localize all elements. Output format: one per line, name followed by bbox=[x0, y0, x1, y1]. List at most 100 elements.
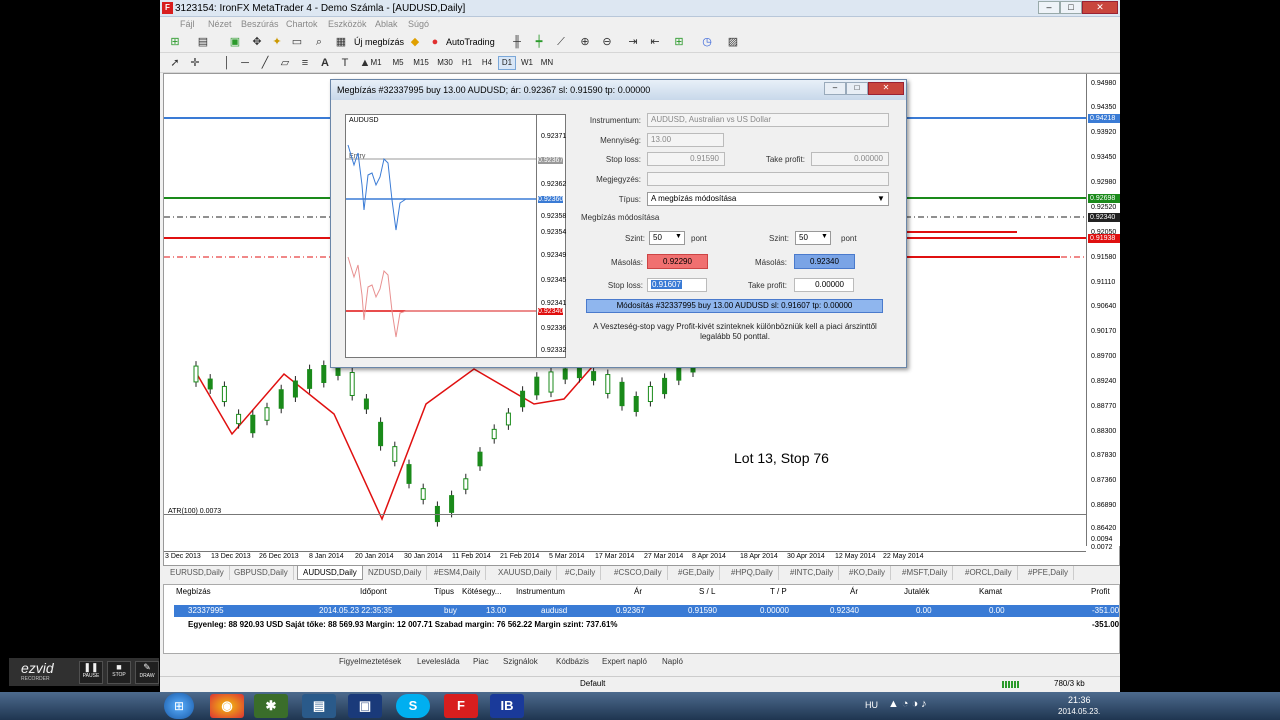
start-button[interactable]: ⊞ bbox=[164, 693, 194, 719]
column-header[interactable]: Időpont bbox=[360, 587, 387, 596]
tab-codebase[interactable]: Kódbázis bbox=[556, 657, 589, 666]
dialog-maximize-button[interactable]: □ bbox=[846, 82, 868, 95]
column-header[interactable]: T / P bbox=[770, 587, 787, 596]
tab-experts[interactable]: Expert napló bbox=[602, 657, 647, 666]
autotrading-icon[interactable]: ◆ bbox=[408, 35, 422, 49]
strategy-tester-icon[interactable]: ⌕ bbox=[312, 35, 326, 49]
chart-tab[interactable]: #INTC,Daily bbox=[785, 566, 840, 580]
order-row[interactable]: 32337995 2014.05.23 22:35:35 buy 13.00 a… bbox=[174, 605, 1119, 617]
text-icon[interactable]: A bbox=[318, 56, 332, 70]
autotrading-button[interactable]: AutoTrading bbox=[446, 35, 495, 49]
tab-mailbox[interactable]: Levelesláda bbox=[417, 657, 460, 666]
timeframe-h4[interactable]: H4 bbox=[478, 56, 496, 70]
cursor-icon[interactable]: ➚ bbox=[168, 56, 182, 70]
chart-tab[interactable]: NZDUSD,Daily bbox=[363, 566, 428, 580]
chart-tab[interactable]: GBPUSD,Daily bbox=[229, 566, 294, 580]
timeframe-m15[interactable]: M15 bbox=[410, 56, 432, 70]
chart-tab[interactable]: XAUUSD,Daily bbox=[493, 566, 558, 580]
periods-icon[interactable]: ◷ bbox=[700, 35, 714, 49]
stop-button[interactable]: ■ STOP bbox=[107, 661, 131, 684]
order-type-select[interactable]: A megbízás módosítása bbox=[647, 192, 889, 206]
timeframe-d1[interactable]: D1 bbox=[498, 56, 516, 70]
dialog-close-button[interactable]: ✕ bbox=[868, 82, 904, 95]
tab-market[interactable]: Piac bbox=[473, 657, 489, 666]
bar-chart-icon[interactable]: ╫ bbox=[510, 35, 524, 49]
timeframe-m30[interactable]: M30 bbox=[434, 56, 456, 70]
column-header[interactable]: Instrumentum bbox=[516, 587, 565, 596]
timeframe-m5[interactable]: M5 bbox=[388, 56, 408, 70]
tab-journal[interactable]: Napló bbox=[662, 657, 683, 666]
market-watch-icon[interactable]: ▣ bbox=[228, 35, 242, 49]
modify-order-button[interactable]: Módosítás #32337995 buy 13.00 AUDUSD sl:… bbox=[586, 299, 883, 313]
new-stop-loss-field[interactable]: 0.91607 bbox=[647, 278, 707, 292]
tab-signals[interactable]: Szignálok bbox=[503, 657, 538, 666]
draw-button[interactable]: ✎ DRAW bbox=[135, 661, 159, 684]
menu-help[interactable]: Súgó bbox=[408, 19, 429, 29]
new-order-button[interactable]: Új megbízás bbox=[354, 35, 404, 49]
chart-tab[interactable]: #ORCL,Daily bbox=[960, 566, 1018, 580]
zoom-out-icon[interactable]: ⊖ bbox=[600, 35, 614, 49]
zoom-in-icon[interactable]: ⊕ bbox=[578, 35, 592, 49]
chart-tab[interactable]: #MSFT,Daily bbox=[897, 566, 954, 580]
pause-button[interactable]: ❚❚ PAUSE bbox=[79, 661, 103, 684]
copy-tp-button[interactable]: 0.92340 bbox=[794, 254, 855, 269]
menu-charts[interactable]: Chartok bbox=[286, 19, 318, 29]
instrument-select[interactable]: AUDUSD, Australian vs US Dollar bbox=[647, 113, 889, 127]
trendline-icon[interactable]: ╱ bbox=[258, 56, 272, 70]
copy-sl-button[interactable]: 0.92290 bbox=[647, 254, 708, 269]
column-header[interactable]: Típus bbox=[434, 587, 454, 596]
vertical-line-icon[interactable]: │ bbox=[220, 56, 234, 70]
menu-view[interactable]: Nézet bbox=[208, 19, 232, 29]
line-chart-icon[interactable]: ⟋ bbox=[554, 35, 568, 49]
column-header[interactable]: Ár bbox=[634, 587, 642, 596]
tab-alerts[interactable]: Figyelmeztetések bbox=[339, 657, 401, 666]
close-button[interactable]: ✕ bbox=[1082, 1, 1118, 14]
chrome-icon[interactable]: ◉ bbox=[210, 694, 244, 718]
chart-tab[interactable]: #PFE,Daily bbox=[1023, 566, 1075, 580]
stop-loss-field[interactable]: 0.91590 bbox=[647, 152, 725, 166]
column-header[interactable]: Jutalék bbox=[904, 587, 929, 596]
autotrading-status-icon[interactable]: ● bbox=[428, 35, 442, 49]
chart-tab[interactable]: #HPQ,Daily bbox=[726, 566, 779, 580]
label-icon[interactable]: T bbox=[338, 56, 352, 70]
chart-tab[interactable]: #CSCO,Daily bbox=[609, 566, 668, 580]
data-window-icon[interactable]: ✥ bbox=[250, 35, 264, 49]
app-taskbar-icon[interactable]: ✱ bbox=[254, 694, 288, 718]
menu-insert[interactable]: Beszúrás bbox=[241, 19, 279, 29]
skype-icon[interactable]: S bbox=[396, 694, 430, 718]
chart-shift-icon[interactable]: ⇥ bbox=[626, 35, 640, 49]
navigator-icon[interactable]: ✦ bbox=[270, 35, 284, 49]
timeframe-mn[interactable]: MN bbox=[538, 56, 556, 70]
column-header[interactable]: Kamat bbox=[979, 587, 1002, 596]
terminal-icon[interactable]: ▭ bbox=[290, 35, 304, 49]
column-header[interactable]: Profit bbox=[1091, 587, 1110, 596]
timeframe-h1[interactable]: H1 bbox=[458, 56, 476, 70]
language-indicator[interactable]: HU bbox=[865, 700, 878, 710]
dialog-minimize-button[interactable]: – bbox=[824, 82, 846, 95]
column-header[interactable]: Ár bbox=[850, 587, 858, 596]
column-header[interactable]: S / L bbox=[699, 587, 715, 596]
chart-tab[interactable]: #ESM4,Daily bbox=[429, 566, 487, 580]
timeframe-w1[interactable]: W1 bbox=[518, 56, 536, 70]
new-take-profit-field[interactable]: 0.00000 bbox=[794, 278, 854, 292]
app-taskbar-icon[interactable]: ▤ bbox=[302, 694, 336, 718]
chart-tab[interactable]: #KO,Daily bbox=[844, 566, 892, 580]
column-header[interactable]: Kötésegy... bbox=[462, 587, 501, 596]
templates-icon[interactable]: ▨ bbox=[726, 35, 740, 49]
profiles-icon[interactable]: ▤ bbox=[196, 35, 210, 49]
new-chart-icon[interactable]: ⊞ bbox=[168, 35, 182, 49]
menu-window[interactable]: Ablak bbox=[375, 19, 398, 29]
tray-icons[interactable]: ▲◔◑♪ bbox=[888, 698, 930, 710]
maximize-button[interactable]: □ bbox=[1060, 1, 1082, 14]
volume-field[interactable]: 13.00 bbox=[647, 133, 724, 147]
timeframe-m1[interactable]: M1 bbox=[366, 56, 386, 70]
chart-tab[interactable]: #C,Daily bbox=[560, 566, 602, 580]
chart-tab-active[interactable]: AUDUSD,Daily bbox=[297, 566, 363, 580]
fibonacci-icon[interactable]: ≡ bbox=[298, 56, 312, 70]
chart-tab[interactable]: #GE,Daily bbox=[673, 566, 721, 580]
menu-tools[interactable]: Eszközök bbox=[328, 19, 367, 29]
floppy-icon[interactable]: ▣ bbox=[348, 694, 382, 718]
ib-taskbar-icon[interactable]: IB bbox=[490, 694, 524, 718]
menu-file[interactable]: Fájl bbox=[180, 19, 195, 29]
crosshair-icon[interactable]: ✛ bbox=[188, 56, 202, 70]
